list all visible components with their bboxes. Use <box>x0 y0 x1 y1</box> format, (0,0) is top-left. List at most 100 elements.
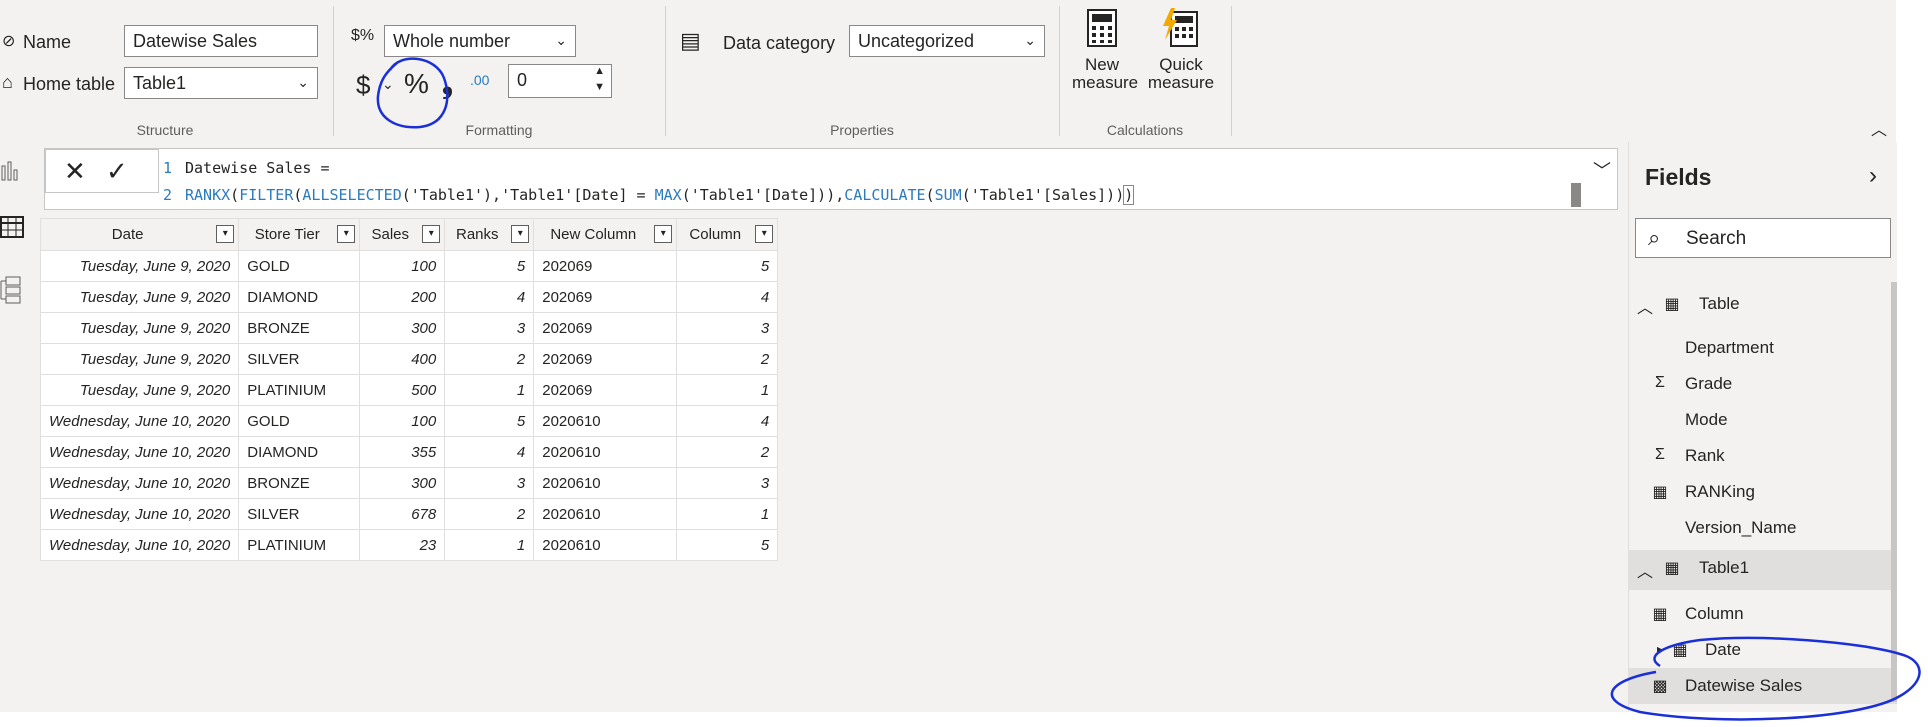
calculated-column-icon: ▦ <box>1652 484 1668 501</box>
chevron-up-icon[interactable]: ︿ <box>1637 294 1653 318</box>
cell-sales: 300 <box>359 312 446 344</box>
field-label: Grade <box>1685 374 1733 393</box>
cell-column: 2 <box>676 436 779 468</box>
field-column[interactable]: ▦ Column <box>1629 596 1897 632</box>
chevron-down-icon: ⌄ <box>555 32 567 48</box>
formula-editor[interactable]: 1 Datewise Sales = 2 RANKX(FILTER(ALLSELEC… <box>163 155 1135 209</box>
data-category-value: Uncategorized <box>858 31 975 51</box>
filter-dropdown-icon[interactable]: ▾ <box>216 225 235 243</box>
column-header-label: Column <box>689 226 742 243</box>
column-header-label: Store Tier <box>254 226 320 243</box>
dax-text: ) <box>1123 185 1135 205</box>
fields-table-table1[interactable]: ︿ ▦ Table1 <box>1629 550 1897 590</box>
currency-button[interactable]: $ <box>356 70 370 101</box>
field-date[interactable]: ▸ ▦ Date <box>1629 632 1897 668</box>
expand-caret-icon[interactable]: ▸ <box>1649 642 1671 656</box>
expand-formula-icon[interactable]: ﹀ <box>1593 157 1611 183</box>
data-category-select[interactable]: Uncategorized ⌄ <box>849 25 1045 57</box>
chevron-up-icon[interactable]: ︿ <box>1637 558 1653 582</box>
fields-scrollbar[interactable] <box>1891 282 1897 702</box>
field-version-name[interactable]: Version_Name <box>1629 510 1897 546</box>
dax-function: FILTER <box>239 186 294 204</box>
percent-button[interactable]: % <box>404 68 429 100</box>
collapse-ribbon-icon[interactable]: ︿ <box>1871 116 1887 140</box>
cell-ranks: 5 <box>444 405 535 437</box>
formula-line-1-text: Datewise Sales = <box>185 159 330 177</box>
cell-date: Tuesday, June 9, 2020 <box>39 312 240 344</box>
data-view-icon[interactable] <box>0 216 30 244</box>
cell-column: 3 <box>676 467 779 499</box>
field-label: Column <box>1685 604 1744 623</box>
cell-new-column: 2020610 <box>533 436 678 468</box>
cell-store-tier: BRONZE <box>238 312 361 344</box>
commit-formula-button[interactable]: ✓ <box>106 156 128 187</box>
cell-date: Wednesday, June 10, 2020 <box>39 436 240 468</box>
divider <box>1231 6 1232 136</box>
cell-ranks: 1 <box>444 529 535 561</box>
format-select[interactable]: Whole number ⌄ <box>384 25 576 57</box>
report-view-icon[interactable] <box>0 160 30 188</box>
cell-ranks: 4 <box>444 281 535 313</box>
cell-column: 3 <box>676 312 779 344</box>
filter-dropdown-icon[interactable]: ▾ <box>422 225 441 243</box>
filter-dropdown-icon[interactable]: ▾ <box>755 225 774 243</box>
column-header-sales[interactable]: Sales ▾ <box>359 218 446 251</box>
cell-store-tier: PLATINIUM <box>238 529 361 561</box>
table-row: Tuesday, June 9, 2020 PLATINIUM 500 1 202069… <box>39 374 779 406</box>
dax-text: ('Table1'[Sales])) <box>961 186 1125 204</box>
cell-new-column: 2020610 <box>533 498 678 530</box>
field-department[interactable]: Department <box>1629 330 1897 366</box>
decimal-places-stepper[interactable]: 0 ▲ ▼ <box>508 64 612 98</box>
dax-text: ('Table1'),'Table1'[Date] = <box>401 186 655 204</box>
cell-store-tier: SILVER <box>238 343 361 375</box>
cell-new-column: 202069 <box>533 250 678 282</box>
column-header-new-column[interactable]: New Column ▾ <box>533 218 678 251</box>
quick-measure-button[interactable]: Quick measure <box>1146 8 1216 108</box>
comma-button[interactable]: ❟ <box>442 68 453 101</box>
filter-dropdown-icon[interactable]: ▾ <box>511 225 530 243</box>
name-input[interactable]: Datewise Sales <box>124 25 318 57</box>
field-grade[interactable]: Σ Grade <box>1629 366 1897 402</box>
field-rank[interactable]: Σ Rank <box>1629 438 1897 474</box>
data-view-canvas: ✕ ✓ 1 Datewise Sales = 2 RANKX(FILTER(ALLS… <box>38 142 1628 712</box>
dax-text: ( <box>230 186 240 204</box>
tag-icon: ⊘ <box>2 33 16 50</box>
cell-column: 2 <box>676 343 779 375</box>
cell-ranks: 5 <box>444 250 535 282</box>
filter-dropdown-icon[interactable]: ▾ <box>654 225 673 243</box>
stepper-down-icon[interactable]: ▼ <box>594 81 605 93</box>
column-header-ranks[interactable]: Ranks ▾ <box>444 218 535 251</box>
formula-scrollbar[interactable] <box>1571 183 1581 207</box>
decimal-button[interactable]: .00 <box>470 72 489 88</box>
new-measure-button[interactable]: New measure <box>1072 8 1138 108</box>
field-mode[interactable]: Mode <box>1629 402 1897 438</box>
chevron-down-icon: ⌄ <box>1024 32 1036 48</box>
sigma-icon: Σ <box>1655 374 1665 391</box>
cancel-formula-button[interactable]: ✕ <box>64 156 86 187</box>
column-header-store-tier[interactable]: Store Tier ▾ <box>238 218 361 251</box>
field-datewise-sales[interactable]: ▩ Datewise Sales <box>1629 668 1897 704</box>
column-header-date[interactable]: Date ▾ <box>39 218 240 251</box>
model-view-icon[interactable] <box>0 276 30 304</box>
currency-chevron-icon[interactable]: ⌄ <box>382 76 394 93</box>
cell-store-tier: BRONZE <box>238 467 361 499</box>
calendar-icon: ▦ <box>1672 642 1688 659</box>
field-label: Date <box>1705 640 1741 659</box>
fields-table-table[interactable]: ︿ ▦ Table <box>1629 286 1897 322</box>
cell-column: 1 <box>676 374 779 406</box>
cell-new-column: 2020610 <box>533 467 678 499</box>
field-label: Table <box>1699 294 1740 313</box>
home-table-select[interactable]: Table1 ⌄ <box>124 67 318 99</box>
fields-search-input[interactable]: ⌕ Search <box>1635 218 1891 258</box>
chevron-right-icon[interactable]: › <box>1869 162 1877 190</box>
line-number: 1 <box>163 159 173 177</box>
cell-sales: 100 <box>359 250 446 282</box>
column-header-column[interactable]: Column ▾ <box>676 218 779 251</box>
formula-bar: ✕ ✓ 1 Datewise Sales = 2 RANKX(FILTER(ALLS… <box>44 148 1618 210</box>
chevron-down-icon: ⌄ <box>297 74 309 90</box>
field-label: Table1 <box>1699 558 1750 577</box>
stepper-up-icon[interactable]: ▲ <box>594 65 605 77</box>
filter-dropdown-icon[interactable]: ▾ <box>337 225 356 243</box>
column-header-label: New Column <box>550 226 637 243</box>
field-ranking[interactable]: ▦ RANKing <box>1629 474 1897 510</box>
